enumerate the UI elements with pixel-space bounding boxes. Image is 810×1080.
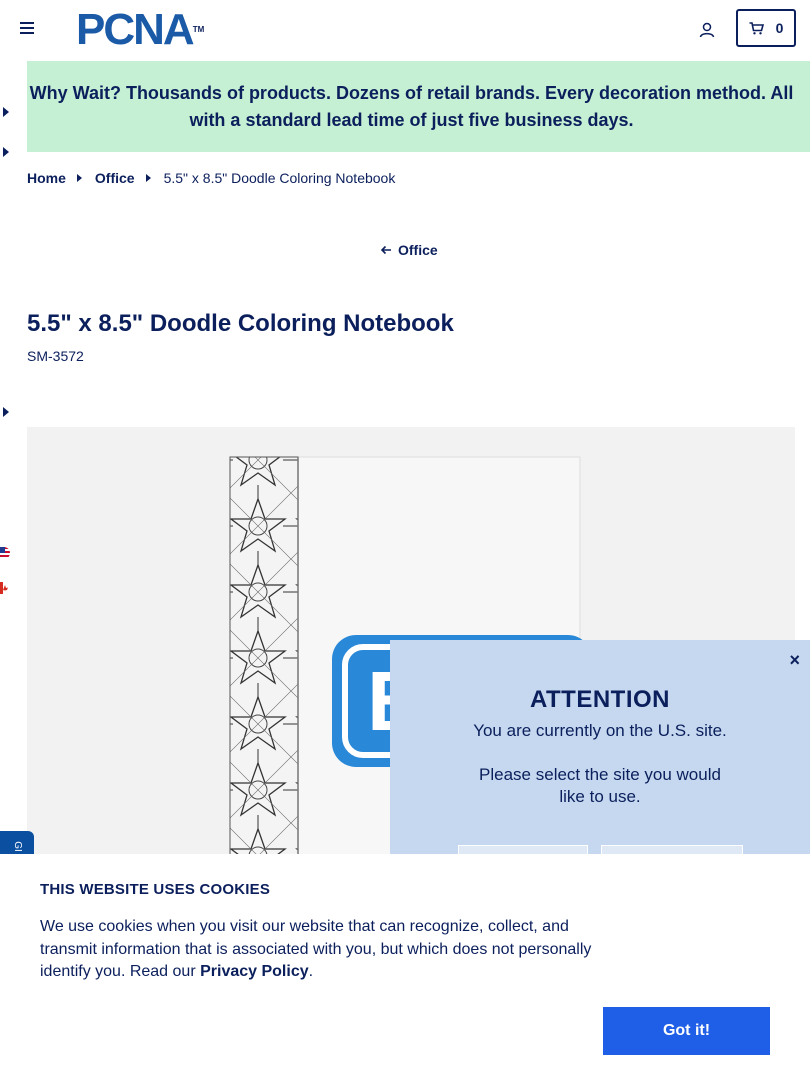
- menu-icon[interactable]: [20, 22, 36, 38]
- promo-banner: Why Wait? Thousands of products. Dozens …: [27, 61, 810, 152]
- modal-heading: ATTENTION: [529, 686, 671, 713]
- side-arrow-icon[interactable]: [3, 147, 9, 157]
- breadcrumb-home[interactable]: Home: [27, 170, 66, 186]
- side-arrow-icon[interactable]: [3, 107, 9, 117]
- arrow-left-icon: [380, 245, 391, 255]
- chat-tab-label: GI: [11, 841, 23, 852]
- back-to-category-link[interactable]: Office: [380, 242, 438, 258]
- pcna-logo[interactable]: PCNATM: [76, 8, 204, 52]
- cookie-text: We use cookies when you visit our websit…: [40, 916, 610, 984]
- modal-current-site-text: You are currently on the U.S. site.: [473, 721, 727, 740]
- site-select-modal: × ATTENTION You are currently on the U.S…: [390, 640, 810, 867]
- cart-icon: [749, 21, 764, 34]
- cookie-body: We use cookies when you visit our websit…: [40, 918, 592, 980]
- logo-text: PCNA: [76, 5, 195, 54]
- breadcrumb-separator-icon: [145, 174, 151, 182]
- cart-button[interactable]: 0: [736, 9, 796, 47]
- close-icon[interactable]: ×: [789, 650, 800, 671]
- account-icon[interactable]: [699, 22, 715, 38]
- product-title: 5.5" x 8.5" Doodle Coloring Notebook: [27, 310, 454, 337]
- breadcrumb-separator-icon: [76, 174, 82, 182]
- canada-flag-icon[interactable]: [0, 582, 10, 594]
- cookie-period: .: [308, 963, 314, 980]
- us-flag-icon[interactable]: [0, 547, 10, 559]
- breadcrumb-current: 5.5" x 8.5" Doodle Coloring Notebook: [163, 170, 396, 186]
- site-header: PCNATM 0: [0, 0, 810, 60]
- breadcrumb-office[interactable]: Office: [95, 170, 135, 186]
- logo-trademark: TM: [192, 25, 205, 34]
- product-sku: SM-3572: [27, 348, 84, 364]
- back-link-label: Office: [398, 242, 438, 258]
- side-arrow-icon[interactable]: [3, 407, 9, 417]
- privacy-policy-link[interactable]: Privacy Policy: [200, 963, 309, 980]
- cart-count: 0: [775, 20, 784, 36]
- cookie-heading: THIS WEBSITE USES COOKIES: [40, 881, 271, 898]
- breadcrumb: Home Office 5.5" x 8.5" Doodle Coloring …: [27, 170, 395, 186]
- got-it-button[interactable]: Got it!: [603, 1007, 770, 1055]
- promo-text: Why Wait? Thousands of products. Dozens …: [29, 82, 794, 130]
- cookie-banner: THIS WEBSITE USES COOKIES We use cookies…: [0, 854, 810, 1080]
- modal-select-site-text: Please select the site you would like to…: [479, 765, 721, 806]
